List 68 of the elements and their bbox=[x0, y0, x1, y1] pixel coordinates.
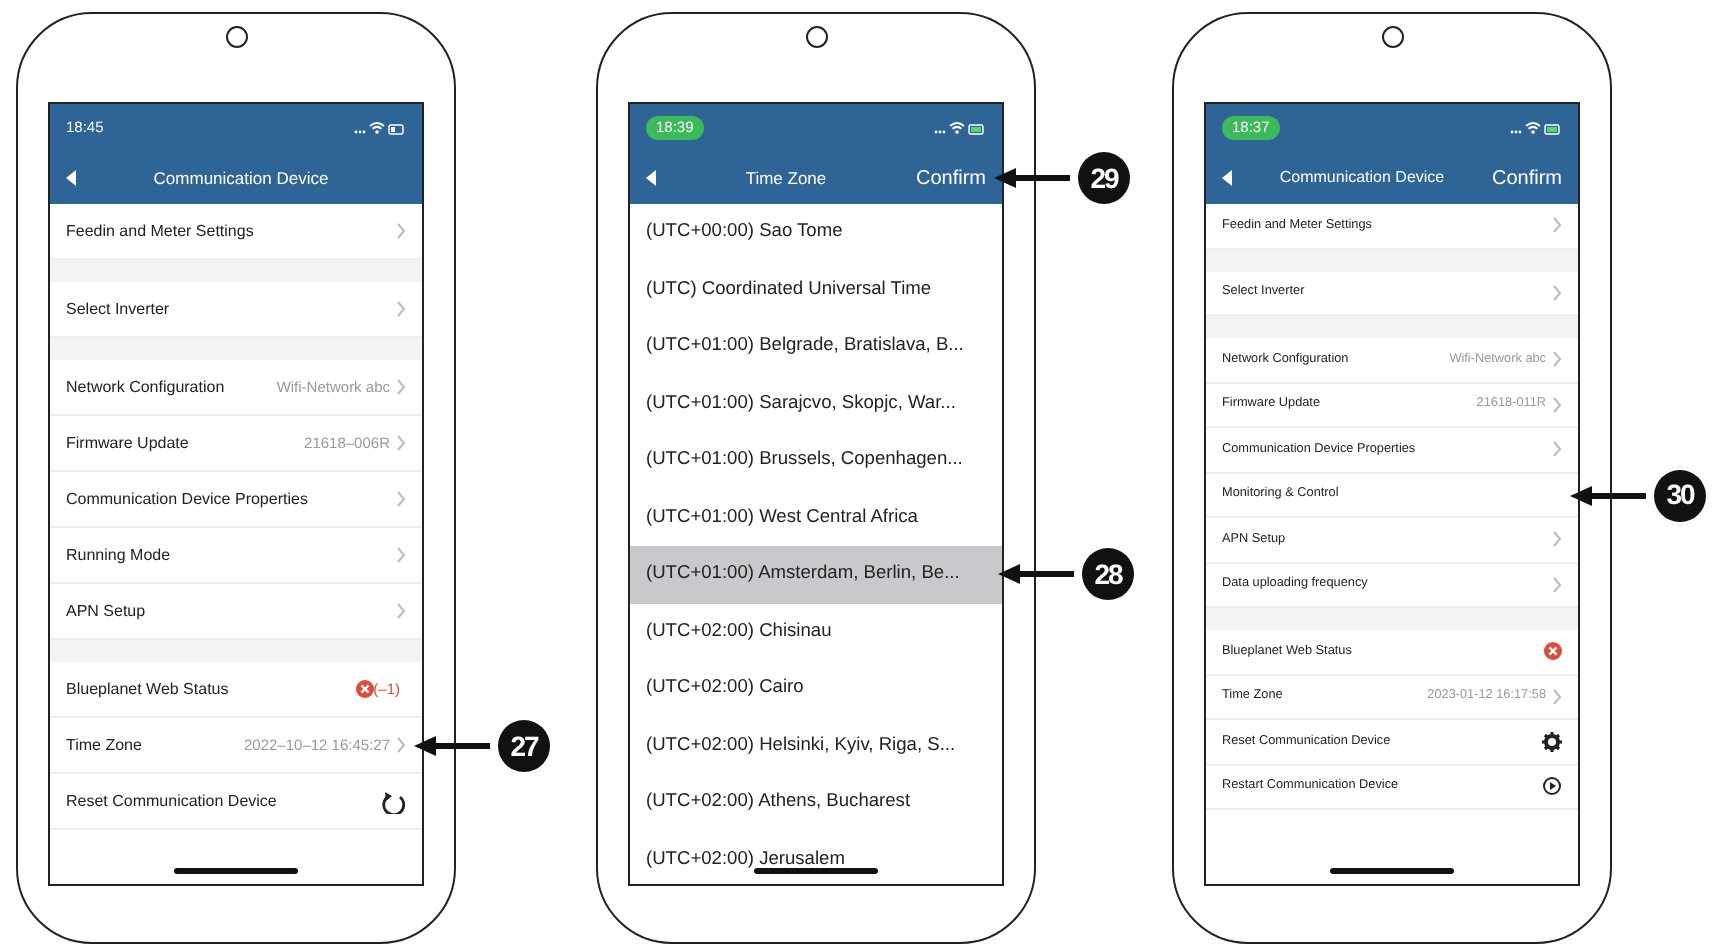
play-circle-icon bbox=[1542, 776, 1562, 797]
time-zone-item[interactable]: (UTC+01:00) West Central Africa bbox=[630, 489, 1002, 546]
pointer-arrow bbox=[414, 736, 490, 756]
step-number: 28 bbox=[1082, 548, 1134, 601]
status-icons-drawing bbox=[1510, 120, 1562, 136]
row-label: Reset Communication Device bbox=[66, 789, 279, 813]
back-icon bbox=[646, 170, 656, 186]
camera-icon bbox=[805, 26, 827, 48]
screen-title: Communication Device bbox=[151, 165, 331, 191]
home-indicator bbox=[754, 868, 878, 874]
row-label: Network Configuration bbox=[66, 375, 227, 399]
refresh-icon bbox=[382, 789, 406, 813]
row-label: Communication Device Properties bbox=[66, 487, 310, 511]
chevron-icon bbox=[396, 490, 406, 508]
chevron-icon bbox=[396, 602, 406, 620]
chevron-icon bbox=[1552, 687, 1562, 706]
chevron-icon bbox=[396, 546, 406, 564]
time-zone-item[interactable]: (UTC+01:00) Brussels, Copenhagen... bbox=[630, 432, 1002, 489]
confirm-button[interactable]: Confirm bbox=[1491, 163, 1562, 193]
time-zone-item[interactable]: (UTC+01:00) Belgrade, Bratislava, B... bbox=[630, 318, 1002, 375]
time-zone-item[interactable]: (UTC+02:00) Helsinki, Kyiv, Riga, S... bbox=[630, 717, 1002, 774]
status-icons-drawing bbox=[354, 120, 406, 136]
camera-icon bbox=[1381, 26, 1403, 48]
chevron-icon bbox=[1552, 575, 1562, 594]
chevron-icon bbox=[396, 434, 406, 452]
time-zone-item[interactable]: (UTC+01:00) Sarajcvo, Skopjc, War... bbox=[630, 375, 1002, 432]
error-icon bbox=[355, 680, 374, 698]
status-icons-drawing bbox=[934, 120, 986, 136]
chevron-icon bbox=[396, 378, 406, 396]
time-zone-item[interactable]: (UTC+01:00) Amsterdam, Berlin, Be... bbox=[630, 546, 1002, 603]
screen-title: Communication Device bbox=[1277, 166, 1447, 190]
step-number: 30 bbox=[1654, 469, 1706, 522]
chevron-icon bbox=[1552, 350, 1562, 369]
pointer-arrow bbox=[1570, 485, 1646, 506]
step-number: 27 bbox=[498, 720, 550, 772]
confirm-button[interactable]: Confirm bbox=[915, 163, 986, 193]
row-label: Running Mode bbox=[66, 543, 173, 567]
row-label: Select Inverter bbox=[66, 297, 172, 321]
time-zone-item[interactable]: (UTC+00:00) Sao Tome bbox=[630, 204, 1002, 261]
back-icon bbox=[1222, 170, 1232, 186]
row-label: Time Zone bbox=[66, 733, 144, 757]
camera-icon bbox=[225, 26, 247, 48]
pointer-arrow bbox=[994, 168, 1070, 188]
back-icon bbox=[66, 170, 76, 186]
home-indicator bbox=[1330, 868, 1454, 874]
error-icon bbox=[1544, 642, 1562, 661]
row-label: Feedin and Meter Settings bbox=[66, 219, 256, 243]
chevron-icon bbox=[1552, 530, 1562, 549]
gear-icon bbox=[1542, 731, 1562, 752]
row-label: Firmware Update bbox=[66, 431, 191, 455]
chevron-icon bbox=[396, 736, 406, 754]
row-label: Blueplanet Web Status bbox=[66, 677, 231, 701]
time-zone-item[interactable]: (UTC+02:00) Athens, Bucharest bbox=[630, 774, 1002, 831]
chevron-icon bbox=[396, 300, 406, 318]
time-zone-item[interactable]: (UTC) Coordinated Universal Time bbox=[630, 261, 1002, 318]
chevron-icon bbox=[1552, 440, 1562, 459]
screen-title: Time Zone bbox=[743, 165, 829, 191]
chevron-icon bbox=[1552, 395, 1562, 414]
home-indicator bbox=[174, 868, 298, 874]
chevron-icon bbox=[1552, 216, 1562, 235]
step-number: 29 bbox=[1078, 152, 1130, 204]
time-zone-item[interactable]: (UTC+02:00) Chisinau bbox=[630, 603, 1002, 660]
time-zone-item[interactable]: (UTC+02:00) Cairo bbox=[630, 660, 1002, 717]
chevron-icon bbox=[1552, 283, 1562, 302]
row-label: APN Setup bbox=[66, 599, 148, 623]
pointer-arrow bbox=[998, 564, 1074, 585]
chevron-icon bbox=[396, 222, 406, 240]
time-zone-item[interactable]: (UTC+02:00) Jerusalem bbox=[630, 831, 1002, 884]
